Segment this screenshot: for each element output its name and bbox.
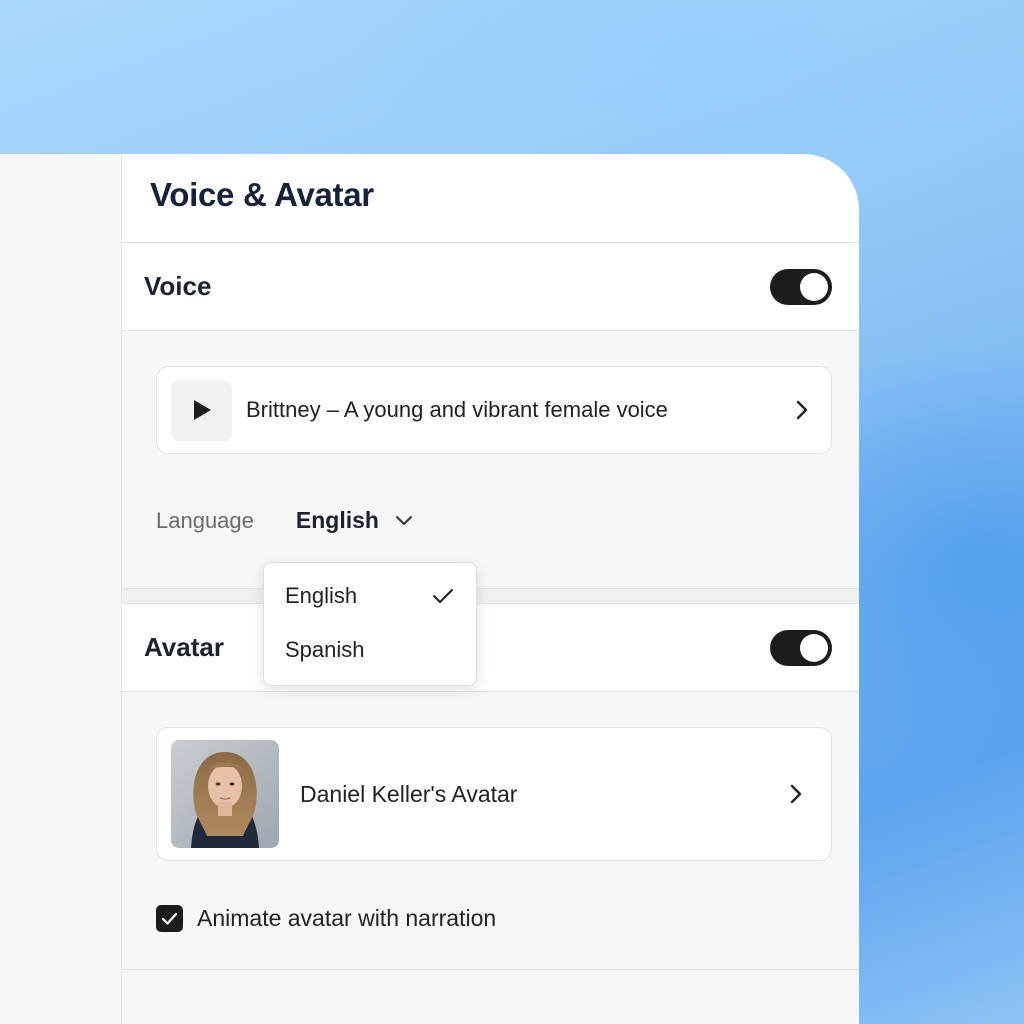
avatar-selector[interactable]: Daniel Keller's Avatar: [156, 727, 832, 861]
section-divider: [122, 589, 859, 604]
language-option-spanish[interactable]: Spanish: [264, 623, 476, 677]
voice-selector[interactable]: Brittney – A young and vibrant female vo…: [156, 366, 832, 454]
avatar-section-title: Avatar: [144, 632, 224, 662]
avatar-toggle-knob: [800, 633, 828, 662]
voice-toggle-knob: [800, 272, 828, 301]
avatar-section-body: Daniel Keller's Avatar Animate avatar wi…: [122, 692, 859, 970]
chevron-right-icon: [790, 784, 802, 804]
animate-avatar-label: Animate avatar with narration: [197, 905, 497, 931]
avatar-thumbnail: [171, 740, 279, 848]
language-select[interactable]: English: [296, 507, 413, 534]
voice-toggle[interactable]: [770, 268, 832, 305]
animate-avatar-checkbox[interactable]: [156, 905, 183, 932]
voice-section-header: Voice: [122, 243, 859, 331]
language-value: English: [295, 507, 379, 533]
panel-title: Voice & Avatar: [150, 176, 374, 213]
avatar-toggle[interactable]: [770, 629, 832, 666]
left-side-panel: [0, 154, 122, 1024]
language-option-label: English: [285, 583, 358, 608]
language-dropdown-menu: English Spanish: [263, 562, 477, 686]
chevron-right-icon: [796, 400, 808, 420]
language-row: Language English: [156, 507, 413, 534]
language-label: Language: [156, 507, 254, 533]
avatar-section-header: Avatar: [122, 604, 859, 692]
play-icon: [193, 400, 211, 420]
animate-avatar-option[interactable]: Animate avatar with narration: [156, 905, 496, 932]
voice-section-body: Brittney – A young and vibrant female vo…: [122, 331, 859, 589]
voice-avatar-panel: Voice & Avatar Voice Brittney – A young …: [122, 154, 859, 1024]
avatar-name: Daniel Keller's Avatar: [300, 780, 518, 807]
chevron-down-icon: [395, 515, 412, 525]
language-option-english[interactable]: English: [264, 569, 476, 623]
avatar-portrait-image: [171, 740, 279, 848]
check-icon: [433, 589, 453, 603]
panel-header: Voice & Avatar: [122, 154, 859, 243]
play-voice-button[interactable]: [171, 379, 232, 441]
voice-section-title: Voice: [144, 271, 212, 301]
voice-name: Brittney – A young and vibrant female vo…: [246, 397, 668, 422]
language-option-label: Spanish: [285, 637, 365, 662]
check-icon: [161, 912, 178, 925]
